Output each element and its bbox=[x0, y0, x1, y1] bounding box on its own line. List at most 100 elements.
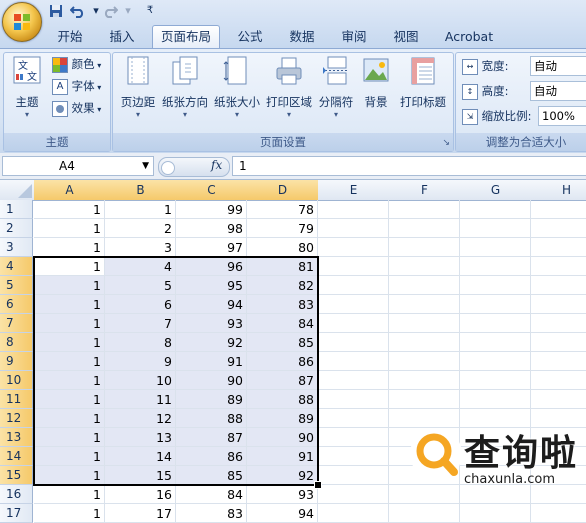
cell-h10[interactable] bbox=[531, 371, 586, 390]
cell-c17[interactable]: 83 bbox=[176, 504, 247, 523]
cell-b16[interactable]: 16 bbox=[105, 485, 176, 504]
select-all-corner[interactable] bbox=[0, 180, 35, 201]
width-select[interactable]: 自动 bbox=[530, 56, 586, 76]
cell-b9[interactable]: 9 bbox=[105, 352, 176, 371]
cell-d5[interactable]: 82 bbox=[247, 276, 318, 295]
cell-d8[interactable]: 85 bbox=[247, 333, 318, 352]
cell-c4[interactable]: 96 bbox=[176, 257, 247, 276]
collapse-circle-icon[interactable] bbox=[161, 161, 175, 175]
cell-e4[interactable] bbox=[318, 257, 389, 276]
column-header-e[interactable]: E bbox=[318, 180, 390, 201]
cell-c16[interactable]: 84 bbox=[176, 485, 247, 504]
cell-c15[interactable]: 85 bbox=[176, 466, 247, 485]
cell-e8[interactable] bbox=[318, 333, 389, 352]
cell-a8[interactable]: 1 bbox=[34, 333, 105, 352]
size-button[interactable]: 纸张大小 ▾ bbox=[212, 56, 262, 119]
cell-c1[interactable]: 99 bbox=[176, 200, 247, 219]
cell-e11[interactable] bbox=[318, 390, 389, 409]
cell-e5[interactable] bbox=[318, 276, 389, 295]
cell-d6[interactable]: 83 bbox=[247, 295, 318, 314]
cell-d11[interactable]: 88 bbox=[247, 390, 318, 409]
office-button[interactable] bbox=[2, 2, 42, 42]
cell-g7[interactable] bbox=[460, 314, 531, 333]
row-header[interactable]: 5 bbox=[0, 276, 33, 295]
cell-c11[interactable]: 89 bbox=[176, 390, 247, 409]
page-setup-launcher-icon[interactable]: ↘ bbox=[442, 138, 450, 148]
themes-button[interactable]: 文文 主题 ▾ bbox=[8, 56, 46, 119]
fill-handle[interactable] bbox=[314, 481, 322, 489]
row-header[interactable]: 4 bbox=[0, 257, 33, 276]
cell-e9[interactable] bbox=[318, 352, 389, 371]
row-header[interactable]: 7 bbox=[0, 314, 33, 333]
cell-c13[interactable]: 87 bbox=[176, 428, 247, 447]
cell-a2[interactable]: 1 bbox=[34, 219, 105, 238]
cell-d12[interactable]: 89 bbox=[247, 409, 318, 428]
cell-g4[interactable] bbox=[460, 257, 531, 276]
redo-dropdown-icon[interactable]: ▾ bbox=[120, 4, 136, 18]
background-button[interactable]: 背景 bbox=[358, 56, 394, 110]
cell-a9[interactable]: 1 bbox=[34, 352, 105, 371]
breaks-button[interactable]: 分隔符 ▾ bbox=[316, 56, 356, 119]
cell-b6[interactable]: 6 bbox=[105, 295, 176, 314]
margins-button[interactable]: 页边距 ▾ bbox=[116, 56, 160, 119]
tab-insert[interactable]: 插入 bbox=[100, 26, 144, 48]
print-area-button[interactable]: 打印区域 ▾ bbox=[264, 56, 314, 119]
cell-h3[interactable] bbox=[531, 238, 586, 257]
column-header-f[interactable]: F bbox=[389, 180, 461, 201]
cell-d13[interactable]: 90 bbox=[247, 428, 318, 447]
cell-f9[interactable] bbox=[389, 352, 460, 371]
tab-data[interactable]: 数据 bbox=[280, 26, 324, 48]
cell-d1[interactable]: 78 bbox=[247, 200, 318, 219]
tab-acrobat[interactable]: Acrobat bbox=[438, 26, 500, 48]
cell-b1[interactable]: 1 bbox=[105, 200, 176, 219]
cell-a13[interactable]: 1 bbox=[34, 428, 105, 447]
cell-c9[interactable]: 91 bbox=[176, 352, 247, 371]
cell-d3[interactable]: 80 bbox=[247, 238, 318, 257]
cell-f1[interactable] bbox=[389, 200, 460, 219]
cell-b2[interactable]: 2 bbox=[105, 219, 176, 238]
save-icon[interactable] bbox=[48, 4, 64, 18]
column-header-c[interactable]: C bbox=[176, 180, 248, 201]
cell-g6[interactable] bbox=[460, 295, 531, 314]
cell-h9[interactable] bbox=[531, 352, 586, 371]
column-header-h[interactable]: H bbox=[531, 180, 586, 201]
column-header-g[interactable]: G bbox=[460, 180, 532, 201]
cell-e16[interactable] bbox=[318, 485, 389, 504]
cell-g5[interactable] bbox=[460, 276, 531, 295]
cell-h1[interactable] bbox=[531, 200, 586, 219]
cell-e14[interactable] bbox=[318, 447, 389, 466]
cell-a4[interactable]: 1 bbox=[34, 257, 105, 276]
tab-formulas[interactable]: 公式 bbox=[228, 26, 272, 48]
row-header[interactable]: 9 bbox=[0, 352, 33, 371]
theme-fonts-button[interactable]: A 字体 ▾ bbox=[52, 76, 101, 96]
cell-b14[interactable]: 14 bbox=[105, 447, 176, 466]
cell-g1[interactable] bbox=[460, 200, 531, 219]
cell-b4[interactable]: 4 bbox=[105, 257, 176, 276]
tab-review[interactable]: 审阅 bbox=[332, 26, 376, 48]
theme-effects-button[interactable]: 效果 ▾ bbox=[52, 98, 101, 118]
row-header[interactable]: 12 bbox=[0, 409, 33, 428]
row-header[interactable]: 17 bbox=[0, 504, 33, 523]
cell-d4[interactable]: 81 bbox=[247, 257, 318, 276]
cell-h2[interactable] bbox=[531, 219, 586, 238]
cell-d16[interactable]: 93 bbox=[247, 485, 318, 504]
cell-h17[interactable] bbox=[531, 504, 586, 523]
cell-b7[interactable]: 7 bbox=[105, 314, 176, 333]
cell-a1[interactable]: 1 bbox=[34, 200, 105, 219]
cell-b10[interactable]: 10 bbox=[105, 371, 176, 390]
cell-e15[interactable] bbox=[318, 466, 389, 485]
cell-a12[interactable]: 1 bbox=[34, 409, 105, 428]
cell-c10[interactable]: 90 bbox=[176, 371, 247, 390]
cell-d17[interactable]: 94 bbox=[247, 504, 318, 523]
row-header[interactable]: 15 bbox=[0, 466, 33, 485]
row-header[interactable]: 1 bbox=[0, 200, 33, 219]
name-box[interactable]: A4 ▼ bbox=[2, 156, 154, 176]
cell-h8[interactable] bbox=[531, 333, 586, 352]
cell-e1[interactable] bbox=[318, 200, 389, 219]
cell-f7[interactable] bbox=[389, 314, 460, 333]
cell-g11[interactable] bbox=[460, 390, 531, 409]
cell-a7[interactable]: 1 bbox=[34, 314, 105, 333]
cell-f2[interactable] bbox=[389, 219, 460, 238]
cell-h5[interactable] bbox=[531, 276, 586, 295]
row-header[interactable]: 6 bbox=[0, 295, 33, 314]
